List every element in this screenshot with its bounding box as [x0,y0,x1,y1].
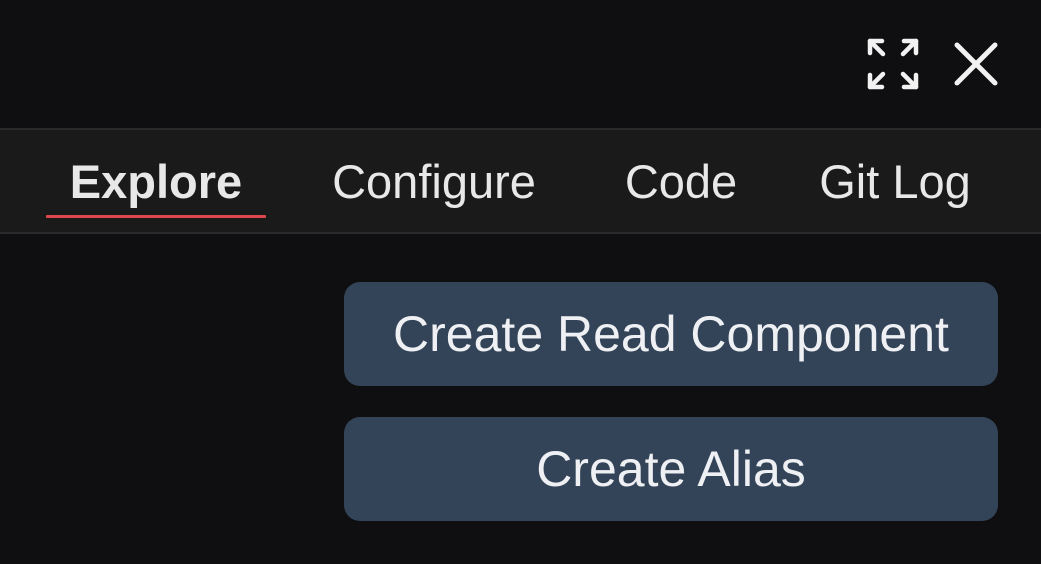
tab-git-log-label: Git Log [819,155,971,208]
tab-configure-label: Configure [332,155,536,208]
close-icon[interactable] [948,36,1004,92]
create-alias-button[interactable]: Create Alias [344,417,998,521]
tab-explore-label: Explore [69,155,243,208]
tab-configure[interactable]: Configure [306,154,562,226]
active-tab-indicator [46,215,266,218]
create-read-component-button[interactable]: Create Read Component [344,282,998,386]
tab-git-log[interactable]: Git Log [798,154,992,226]
create-alias-label: Create Alias [536,441,806,497]
create-read-component-label: Create Read Component [393,306,949,362]
tab-code[interactable]: Code [608,154,754,226]
tab-bar: Explore Configure Code Git Log [0,128,1041,234]
tab-explore[interactable]: Explore [46,154,266,226]
window-titlebar [0,0,1041,128]
tab-code-label: Code [624,155,738,208]
expand-icon[interactable] [864,36,922,92]
